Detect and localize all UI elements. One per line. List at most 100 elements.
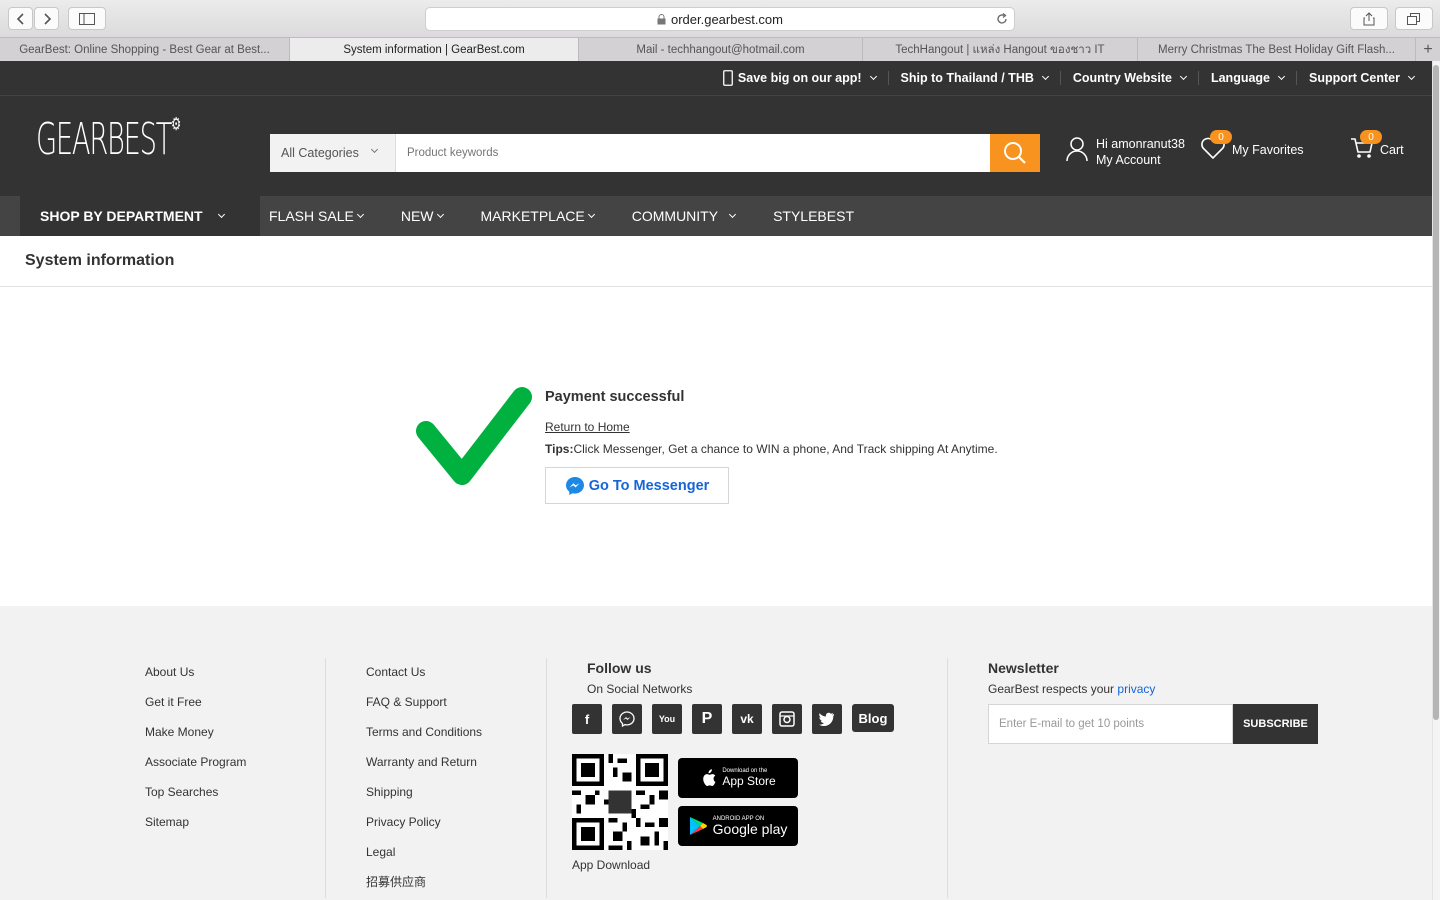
share-icon xyxy=(1363,11,1375,25)
success-check-icon xyxy=(416,387,532,485)
nav-marketplace[interactable]: MARKETPLACE xyxy=(481,196,612,236)
browser-tab[interactable]: GearBest: Online Shopping - Best Gear at… xyxy=(0,38,290,61)
chevron-down-icon xyxy=(217,210,225,219)
blog-icon[interactable]: Blog xyxy=(852,704,894,732)
chevron-down-icon xyxy=(370,145,379,154)
forward-button[interactable] xyxy=(34,7,59,30)
twitter-icon[interactable] xyxy=(812,704,842,734)
back-button[interactable] xyxy=(8,7,33,30)
footer-link-suppliers[interactable]: 招募供应商 xyxy=(366,868,482,898)
nav-new[interactable]: NEW xyxy=(401,196,461,236)
category-select[interactable]: All Categories xyxy=(270,134,396,172)
tab-bar: GearBest: Online Shopping - Best Gear at… xyxy=(0,37,1440,61)
browser-toolbar: order.gearbest.com xyxy=(0,0,1440,37)
search-input[interactable] xyxy=(396,134,990,172)
cart-link[interactable]: Cart 0 xyxy=(1350,130,1404,160)
messenger-icon[interactable] xyxy=(612,704,642,734)
footer-link-about-us[interactable]: About Us xyxy=(145,658,246,688)
youtube-icon[interactable]: You xyxy=(652,704,682,734)
nav-stylebest[interactable]: STYLEBEST xyxy=(773,196,872,236)
footer-link-privacy[interactable]: Privacy Policy xyxy=(366,808,482,838)
instagram-icon[interactable] xyxy=(772,704,802,734)
tips-text: Tips:Click Messenger, Get a chance to WI… xyxy=(545,442,998,456)
support-center-menu[interactable]: Support Center xyxy=(1296,71,1426,85)
utility-bar: Save big on our app! Ship to Thailand / … xyxy=(0,61,1432,96)
reload-icon[interactable] xyxy=(996,13,1008,25)
site-footer: About Us Get it Free Make Money Associat… xyxy=(0,606,1432,900)
tips-body: Click Messenger, Get a chance to WIN a p… xyxy=(573,442,998,456)
app-store-label: App Store xyxy=(722,774,776,788)
my-account-link[interactable]: My Account xyxy=(1096,152,1185,168)
vk-icon[interactable]: vk xyxy=(732,704,762,734)
footer-divider xyxy=(546,658,547,898)
chevron-down-icon xyxy=(436,210,444,219)
google-play-button[interactable]: ANDROID APP ON Google play xyxy=(678,806,798,846)
footer-link-shipping[interactable]: Shipping xyxy=(366,778,482,808)
sidebar-button[interactable] xyxy=(68,7,106,30)
new-tab-button[interactable]: + xyxy=(1416,38,1440,61)
url-text: order.gearbest.com xyxy=(670,11,783,27)
chevron-down-icon xyxy=(1277,72,1286,81)
site-header: GEARBEST⚙ All Categories Hi amonranut38M… xyxy=(0,96,1432,196)
ship-to-selector[interactable]: Ship to Thailand / THB xyxy=(887,71,1060,85)
app-promo-link[interactable]: Save big on our app! xyxy=(711,70,888,86)
newsletter-body: GearBest respects your xyxy=(988,682,1115,696)
browser-tab[interactable]: Mail - techhangout@hotmail.com xyxy=(579,38,863,61)
footer-divider xyxy=(947,658,948,898)
bird-icon xyxy=(819,712,834,726)
browser-tab[interactable]: TechHangout | แหล่ง Hangout ของชาว IT xyxy=(863,38,1138,61)
chevron-right-icon xyxy=(43,12,51,25)
country-website-selector[interactable]: Country Website xyxy=(1059,71,1198,85)
camera-icon xyxy=(779,711,795,727)
facebook-icon[interactable]: f xyxy=(572,704,602,734)
language-selector[interactable]: Language xyxy=(1197,71,1296,85)
gearbest-logo[interactable]: GEARBEST⚙ xyxy=(36,114,181,165)
account-menu[interactable]: Hi amonranut38 My Account xyxy=(1066,136,1185,168)
app-promo-label: Save big on our app! xyxy=(737,71,862,85)
footer-link-legal[interactable]: Legal xyxy=(366,838,482,868)
nav-label: COMMUNITY xyxy=(631,208,719,224)
messenger-button-label: Go To Messenger xyxy=(588,477,710,494)
ship-to-label: Ship to Thailand / THB xyxy=(900,71,1034,85)
shop-by-department-menu[interactable]: SHOP BY DEPARTMENT xyxy=(20,196,260,236)
newsletter-email-input[interactable]: Enter E-mail to get 10 points xyxy=(988,704,1233,744)
go-to-messenger-button[interactable]: Go To Messenger xyxy=(545,467,729,504)
cart-count-badge: 0 xyxy=(1360,130,1382,144)
subscribe-button[interactable]: SUBSCRIBE xyxy=(1233,704,1318,744)
footer-link-warranty[interactable]: Warranty and Return xyxy=(366,748,482,778)
scrollbar-thumb[interactable] xyxy=(1433,65,1439,720)
footer-link-terms[interactable]: Terms and Conditions xyxy=(366,718,482,748)
google-play-icon xyxy=(689,817,707,835)
nav-flash-sale[interactable]: FLASH SALE xyxy=(260,196,381,236)
pinterest-icon[interactable]: P xyxy=(692,704,722,734)
follow-us-subtitle: On Social Networks xyxy=(587,682,693,696)
chevron-left-icon xyxy=(16,12,24,25)
url-bar[interactable]: order.gearbest.com xyxy=(425,7,1015,31)
search-icon xyxy=(1004,142,1026,164)
footer-link-top-searches[interactable]: Top Searches xyxy=(145,778,246,808)
search-button[interactable] xyxy=(990,134,1040,172)
browser-tab-active[interactable]: System information | GearBest.com xyxy=(290,38,579,61)
footer-link-make-money[interactable]: Make Money xyxy=(145,718,246,748)
browser-chrome: order.gearbest.com GearBest: Online Shop… xyxy=(0,0,1440,61)
favorites-link[interactable]: My Favorites 0 xyxy=(1200,130,1304,160)
footer-link-contact-us[interactable]: Contact Us xyxy=(366,658,482,688)
user-icon xyxy=(1066,137,1088,162)
tab-label: Mail - techhangout@hotmail.com xyxy=(636,43,805,56)
footer-link-get-it-free[interactable]: Get it Free xyxy=(145,688,246,718)
tab-label: TechHangout | แหล่ง Hangout ของชาว IT xyxy=(895,43,1105,56)
tabs-overview-button[interactable] xyxy=(1395,7,1433,30)
footer-link-sitemap[interactable]: Sitemap xyxy=(145,808,246,838)
privacy-link[interactable]: privacy xyxy=(1117,682,1155,696)
browser-tab[interactable]: Merry Christmas The Best Holiday Gift Fl… xyxy=(1138,38,1416,61)
footer-link-associate-program[interactable]: Associate Program xyxy=(145,748,246,778)
nav-community[interactable]: COMMUNITY xyxy=(632,196,753,236)
chevron-down-icon xyxy=(1041,72,1049,81)
footer-link-faq[interactable]: FAQ & Support xyxy=(366,688,482,718)
return-home-link[interactable]: Return to Home xyxy=(545,420,630,434)
app-store-button[interactable]: Download on the App Store xyxy=(678,758,798,798)
share-button[interactable] xyxy=(1350,7,1388,30)
favorites-count-badge: 0 xyxy=(1210,130,1232,144)
chevron-down-icon xyxy=(1407,72,1416,81)
sidebar-icon xyxy=(79,12,95,25)
